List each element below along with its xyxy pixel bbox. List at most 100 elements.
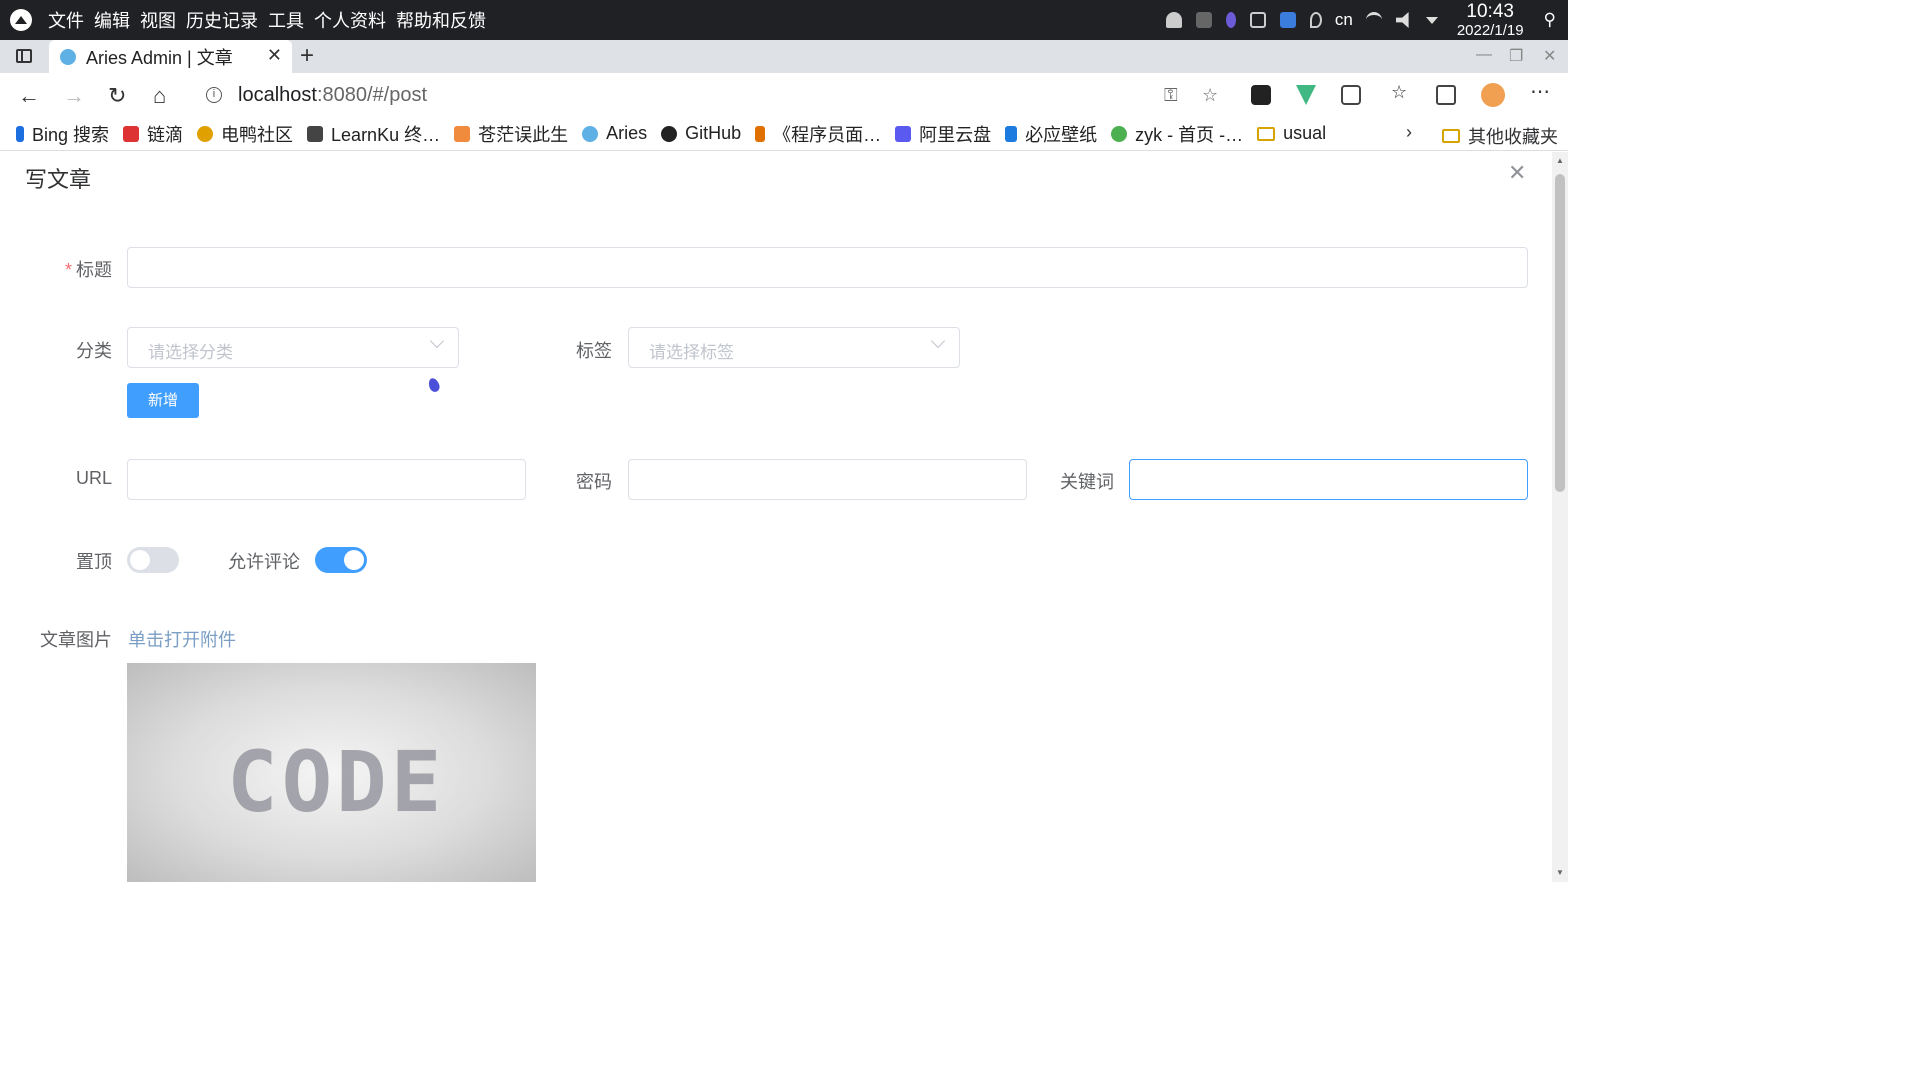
menu-help[interactable]: 帮助和反馈 — [396, 7, 486, 33]
minimize-icon[interactable]: — — [1476, 46, 1492, 64]
back-icon[interactable]: ← — [18, 83, 40, 109]
bookmark-label: 必应壁纸 — [1025, 124, 1098, 145]
dialog-title: 写文章 — [25, 167, 92, 192]
bookmark-label: 《程序员面… — [773, 124, 882, 145]
bookmark-icon — [454, 125, 471, 142]
collections-icon[interactable] — [1436, 85, 1456, 105]
tab-actions-icon[interactable] — [16, 49, 32, 63]
new-tab-icon[interactable]: + — [300, 42, 314, 70]
avatar[interactable] — [1481, 83, 1505, 107]
image-label: 文章图片 — [40, 630, 112, 650]
category-placeholder: 请选择分类 — [148, 343, 233, 362]
vue-devtools-icon[interactable] — [1296, 85, 1316, 105]
restore-icon[interactable]: ❐ — [1509, 46, 1523, 66]
page-scrollbar[interactable]: ▲ ▼ — [1552, 152, 1568, 882]
menu-tools[interactable]: 工具 — [268, 7, 304, 33]
pin-switch[interactable] — [127, 547, 179, 573]
bookmark-label: 苍茫误此生 — [478, 124, 569, 145]
forward-icon[interactable]: → — [63, 83, 85, 109]
bookmark-label: Bing 搜索 — [32, 124, 110, 145]
person-icon[interactable] — [1225, 12, 1236, 28]
reload-icon[interactable]: ↻ — [108, 83, 126, 109]
bookmark-item[interactable]: LearnKu 终… — [307, 121, 440, 147]
title-input[interactable] — [127, 247, 1528, 288]
navigation-bar: ← → ↻ ⌂ i localhost:8080/#/post ⚿ ☆ ☆ ⋯ — [0, 73, 1568, 117]
bookmark-label: GitHub — [685, 123, 742, 143]
bookmark-item[interactable]: Aries — [582, 123, 647, 144]
tab-aries-admin[interactable]: Aries Admin | 文章 ✕ — [49, 40, 292, 73]
bookmark-folder-usual[interactable]: usual — [1257, 123, 1326, 144]
chevron-down-icon — [930, 333, 946, 349]
allow-comment-switch[interactable] — [315, 547, 367, 573]
clock-date: 2022/1/19 — [1456, 22, 1524, 39]
bookmark-label: 电鸭社区 — [221, 124, 294, 145]
tag-select[interactable]: 请选择标签 — [628, 327, 960, 368]
tab-title: Aries Admin | 文章 — [86, 47, 233, 68]
url-input[interactable] — [127, 459, 526, 500]
url-text[interactable]: localhost:8080/#/post — [238, 84, 427, 107]
post-image-thumbnail[interactable]: CODE — [127, 663, 536, 882]
scrollbar-thumb[interactable] — [1555, 174, 1565, 492]
os-logo-icon[interactable] — [10, 9, 32, 31]
favorites-icon[interactable]: ☆ — [1391, 82, 1411, 102]
menu-file[interactable]: 文件 — [48, 7, 84, 33]
bookmark-item[interactable]: 必应壁纸 — [1005, 121, 1097, 147]
close-icon[interactable]: ✕ — [1508, 160, 1526, 186]
close-icon[interactable]: ✕ — [267, 45, 282, 66]
other-bookmarks[interactable]: 其他收藏夹 — [1442, 123, 1558, 149]
password-label: 密码 — [576, 472, 612, 492]
scroll-up-icon[interactable]: ▲ — [1556, 156, 1564, 165]
window-close-icon[interactable]: ✕ — [1543, 46, 1556, 66]
bookmark-item[interactable]: 苍茫误此生 — [454, 121, 568, 147]
required-mark: * — [64, 260, 72, 280]
bookmark-icon — [1005, 125, 1018, 142]
menu-history[interactable]: 历史记录 — [186, 7, 258, 33]
bookmark-item[interactable]: Bing 搜索 — [16, 121, 109, 147]
clipboard-icon[interactable] — [1249, 12, 1266, 28]
pin-label: 置顶 — [76, 552, 112, 572]
github-icon — [661, 125, 678, 142]
chevron-down-icon[interactable] — [1425, 16, 1438, 24]
menu-edit[interactable]: 编辑 — [94, 7, 130, 33]
language-indicator[interactable]: cn — [1335, 10, 1353, 30]
key-icon[interactable]: ⚿ — [1164, 85, 1178, 106]
search-icon[interactable]: ⚲ — [1544, 10, 1556, 30]
os-top-bar: 文件 编辑 视图 历史记录 工具 个人资料 帮助和反馈 cn 10:43 202… — [0, 0, 1568, 40]
bell-icon[interactable] — [1165, 12, 1182, 28]
switch-knob — [344, 550, 364, 570]
bookmark-icon — [1111, 125, 1128, 142]
keywords-input[interactable] — [1129, 459, 1528, 500]
extension-1-icon[interactable] — [1251, 85, 1271, 105]
menu-view[interactable]: 视图 — [140, 7, 176, 33]
password-input[interactable] — [628, 459, 1027, 500]
volume-icon[interactable] — [1395, 12, 1409, 28]
more-icon[interactable]: ⋯ — [1530, 79, 1550, 103]
switch-knob — [130, 550, 150, 570]
location-icon[interactable] — [1309, 12, 1322, 28]
bookmark-item[interactable]: GitHub — [661, 123, 741, 144]
add-favorite-icon[interactable]: ☆ — [1202, 85, 1218, 106]
bookmark-item[interactable]: 阿里云盘 — [895, 121, 991, 147]
input-method-icon[interactable] — [1279, 12, 1296, 28]
system-tray: cn 10:43 2022/1/19 ⚲ — [1159, 0, 1568, 40]
site-info-icon[interactable]: i — [206, 87, 222, 103]
screen-icon[interactable] — [1195, 12, 1212, 28]
wifi-icon[interactable] — [1365, 12, 1382, 28]
add-category-button[interactable]: 新增 — [127, 383, 199, 418]
menu-profile[interactable]: 个人资料 — [314, 7, 386, 33]
category-select[interactable]: 请选择分类 — [127, 327, 459, 368]
bookmark-item[interactable]: 电鸭社区 — [197, 121, 293, 147]
bookmark-item[interactable]: 《程序员面… — [755, 121, 881, 147]
url-path: :8080/#/post — [316, 83, 428, 106]
bookmark-item[interactable]: 链滴 — [123, 121, 183, 147]
home-icon[interactable]: ⌂ — [153, 83, 166, 109]
bookmark-icon — [582, 125, 599, 142]
bookmark-item[interactable]: zyk - 首页 -… — [1111, 121, 1243, 147]
extensions-icon[interactable] — [1341, 85, 1361, 105]
tag-placeholder: 请选择标签 — [649, 343, 734, 362]
clock[interactable]: 10:43 2022/1/19 — [1457, 2, 1524, 38]
address-bar[interactable]: i localhost:8080/#/post ⚿ ☆ — [192, 77, 1232, 113]
scroll-down-icon[interactable]: ▼ — [1556, 868, 1564, 877]
open-attachment-link[interactable]: 单击打开附件 — [128, 626, 236, 652]
chevron-right-icon[interactable]: › — [1406, 122, 1412, 143]
